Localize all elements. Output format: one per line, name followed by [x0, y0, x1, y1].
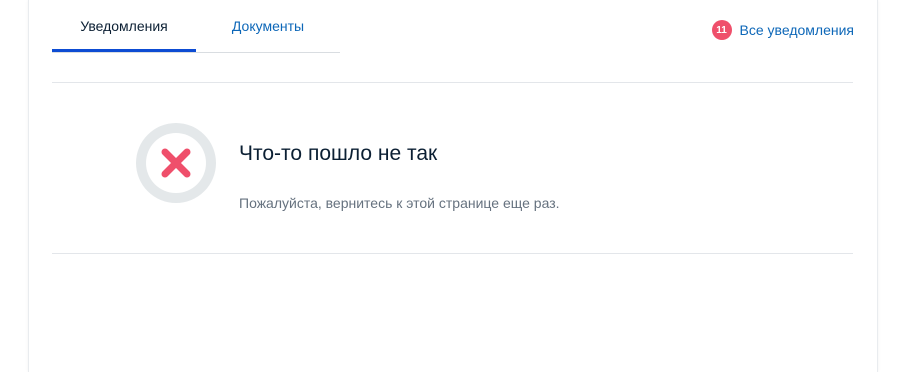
tab-bar: Уведомления Документы	[52, 0, 340, 53]
all-notifications-label: Все уведомления	[739, 22, 854, 38]
error-icon	[136, 123, 216, 203]
content-panel: Уведомления Документы 11 Все уведомления…	[28, 0, 878, 372]
divider-top	[52, 82, 853, 83]
divider-bottom	[52, 253, 853, 254]
error-title: Что-то пошло не так	[239, 142, 438, 165]
all-notifications-link[interactable]: 11 Все уведомления	[711, 20, 854, 40]
tab-notifications-label: Уведомления	[80, 18, 168, 34]
tab-documents-label: Документы	[231, 18, 305, 34]
error-message: Пожалуйста, вернитесь к этой странице ещ…	[239, 195, 560, 211]
notification-count-badge: 11	[711, 20, 732, 40]
tab-notifications[interactable]: Уведомления	[52, 0, 196, 52]
close-icon	[161, 148, 191, 178]
tab-documents[interactable]: Документы	[196, 0, 340, 52]
